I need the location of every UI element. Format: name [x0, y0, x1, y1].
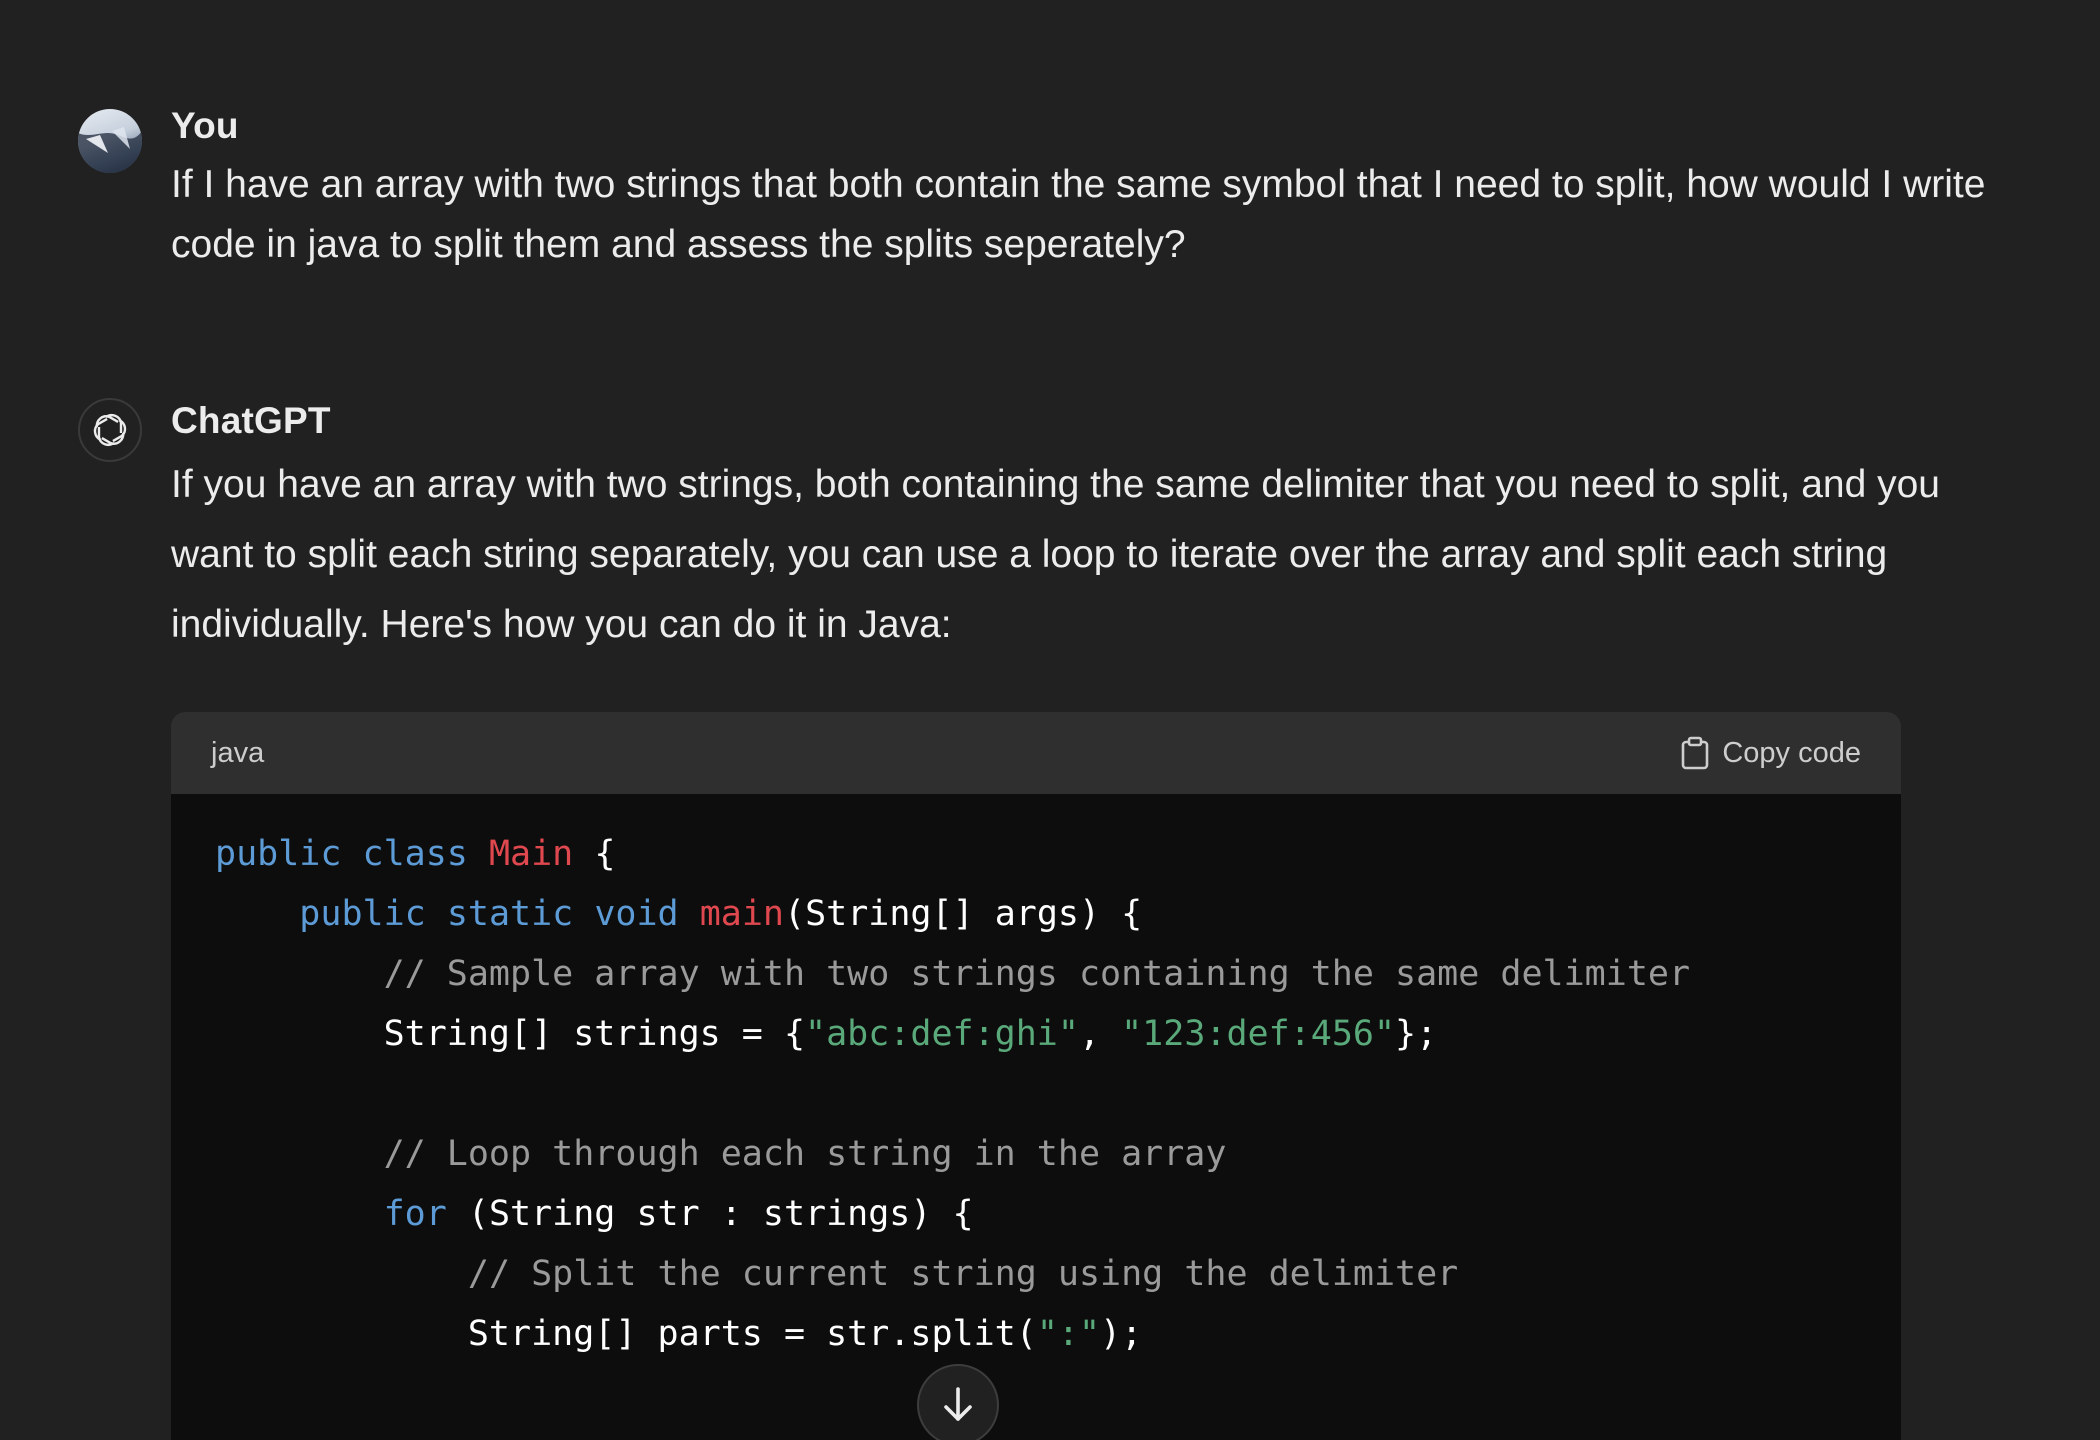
- code-token: Main: [488, 834, 574, 874]
- code-token: };: [1395, 1014, 1438, 1054]
- code-token: public: [215, 834, 342, 874]
- code-token: );: [1100, 1314, 1143, 1354]
- code-line: // Loop through each string in the array: [215, 1124, 1901, 1184]
- copy-code-button[interactable]: Copy code: [1680, 736, 1861, 770]
- assistant-message-text: If you have an array with two strings, b…: [171, 463, 1940, 646]
- code-token: public: [299, 894, 426, 934]
- assistant-author-name: ChatGPT: [171, 400, 331, 441]
- code-token: // Split the current string using the de…: [467, 1254, 1459, 1294]
- chat-page: You If I have an array with two strings …: [0, 0, 2100, 1440]
- scroll-to-bottom-button[interactable]: [917, 1364, 999, 1440]
- code-line: // Sample array with two strings contain…: [215, 944, 1901, 1004]
- code-token: (String[] args) {: [784, 894, 1143, 934]
- user-message-text: If I have an array with two strings that…: [171, 163, 1986, 266]
- code-token: class: [362, 834, 468, 874]
- code-line: String[] strings = {"abc:def:ghi", "123:…: [215, 1004, 1901, 1064]
- arrow-down-icon: [944, 1387, 972, 1421]
- code-line: public static void main(String[] args) {: [215, 884, 1901, 944]
- code-token: String[] strings = {: [215, 1014, 806, 1054]
- code-language-label: java: [211, 736, 265, 769]
- code-token: (String str : strings) {: [446, 1194, 974, 1234]
- code-token: ,: [1078, 1014, 1122, 1054]
- code-token: // Sample array with two strings contain…: [383, 954, 1691, 994]
- code-token: void: [594, 894, 679, 934]
- openai-logo-icon: [78, 398, 142, 462]
- code-content: public class Main { public static void m…: [171, 794, 1901, 1364]
- code-token: {: [573, 834, 616, 874]
- code-block-header: java Copy code: [171, 712, 1901, 794]
- code-token: for: [383, 1194, 447, 1234]
- code-token: String[] parts = str.split(: [215, 1314, 1037, 1354]
- code-line: for (String str : strings) {: [215, 1184, 1901, 1244]
- code-token: main: [699, 894, 784, 934]
- code-token: // Loop through each string in the array: [383, 1134, 1227, 1174]
- user-avatar[interactable]: [78, 109, 142, 173]
- code-line: public class Main {: [215, 824, 1901, 884]
- code-token: "123:def:456": [1121, 1014, 1396, 1054]
- code-line: String[] parts = str.split(":");: [215, 1304, 1901, 1364]
- user-author-name: You: [171, 105, 239, 146]
- clipboard-icon: [1682, 736, 1709, 770]
- code-token: static: [446, 894, 574, 934]
- code-line: // Split the current string using the de…: [215, 1244, 1901, 1304]
- copy-code-label: Copy code: [1722, 736, 1861, 769]
- code-token: ":": [1036, 1314, 1101, 1354]
- code-token: "abc:def:ghi": [805, 1014, 1079, 1054]
- code-block: java Copy code public class Main { publi…: [171, 712, 1901, 1440]
